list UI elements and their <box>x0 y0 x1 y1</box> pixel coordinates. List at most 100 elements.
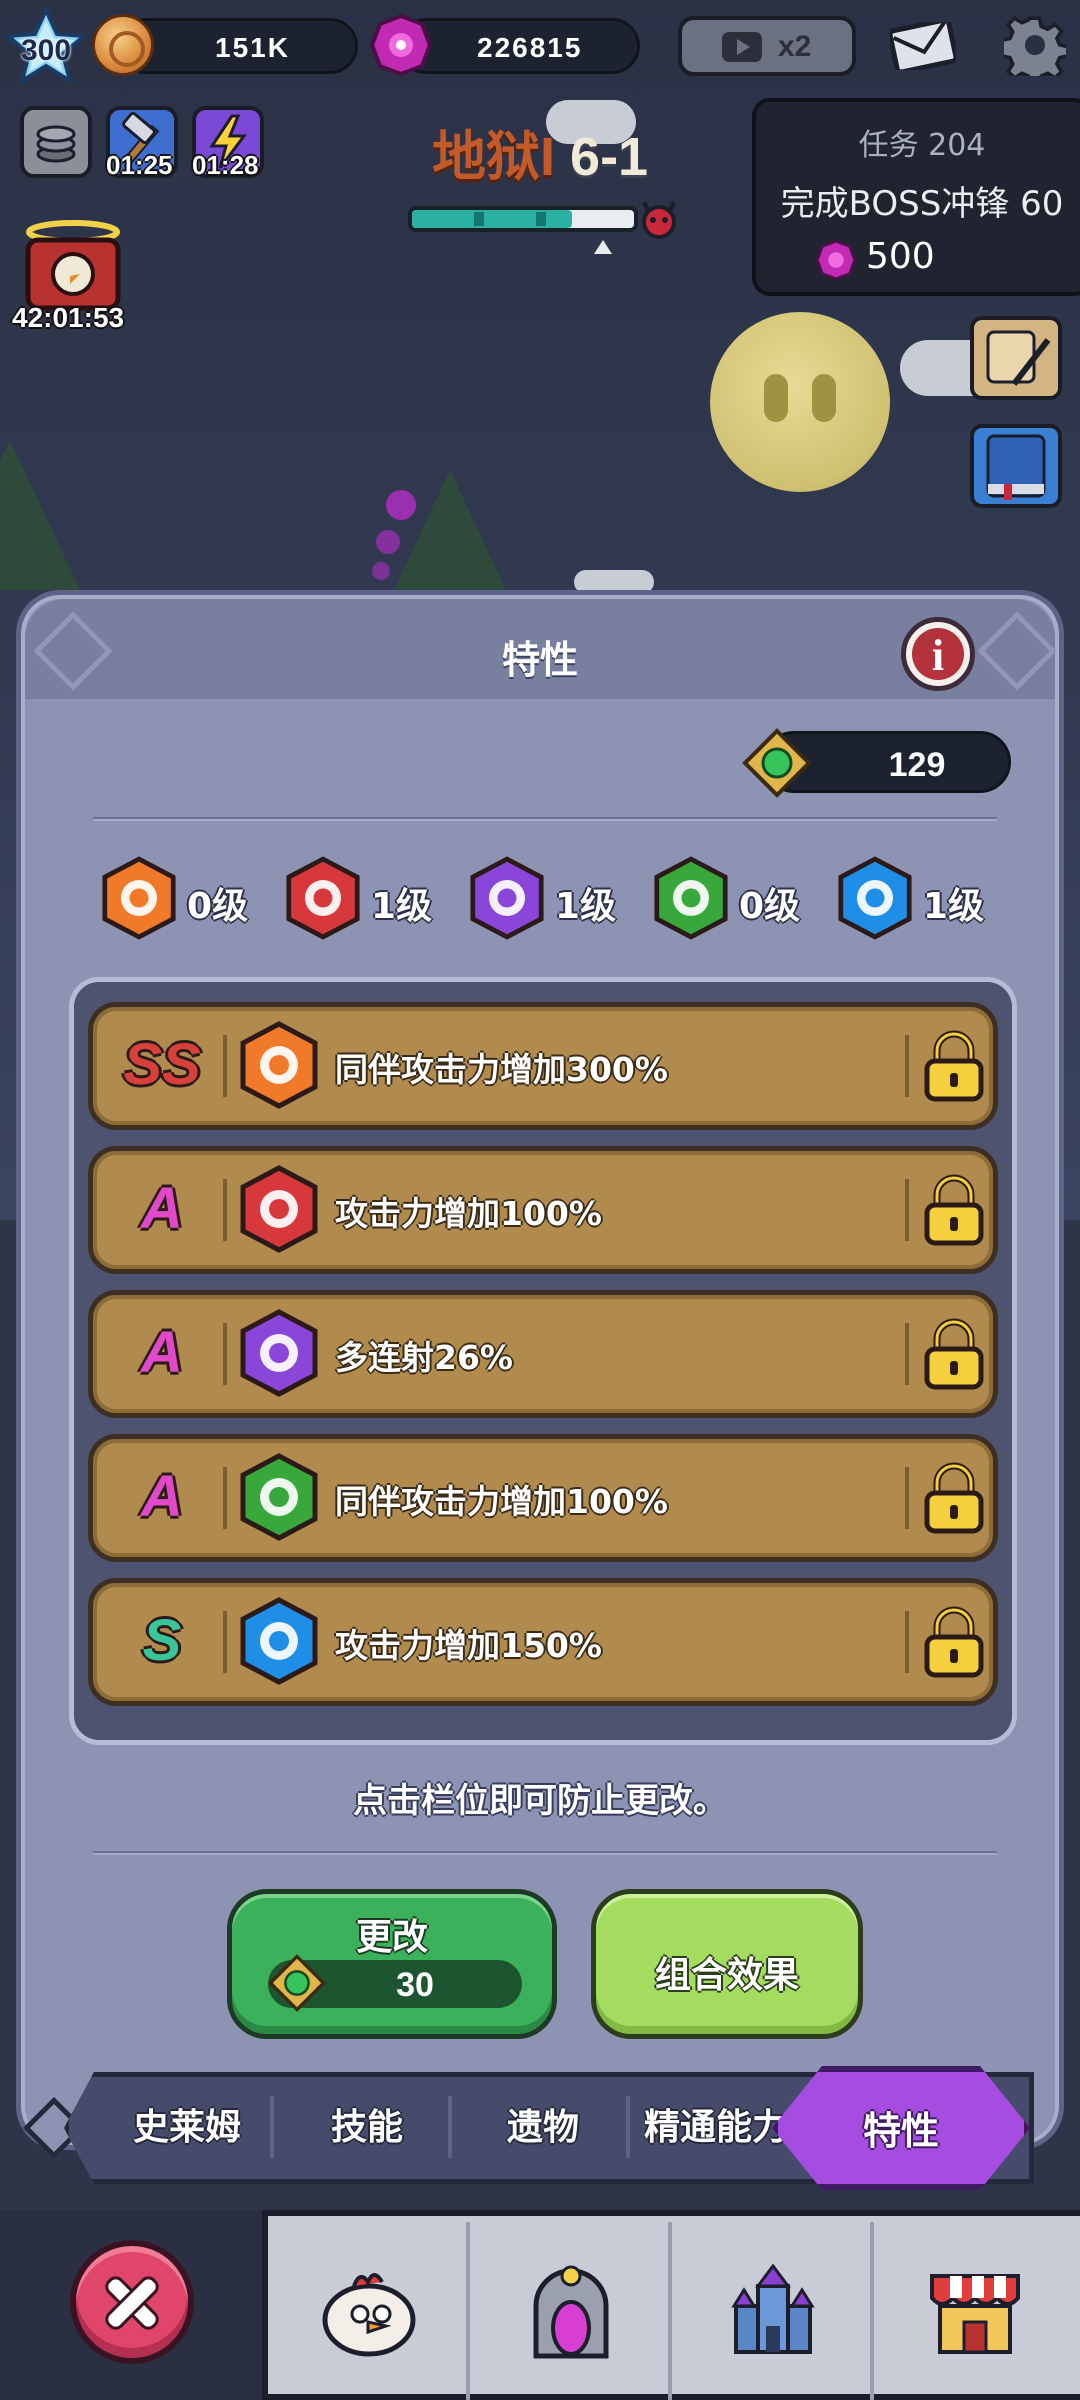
gem-emblem-icon <box>240 1597 318 1685</box>
gem-value: 226815 <box>477 32 583 63</box>
boss-demon-icon <box>641 200 677 239</box>
coin-stack-buff[interactable] <box>20 106 92 178</box>
skull-emblem-icon <box>470 856 544 940</box>
trait-grade-row: 0级 1级 1级 0级 1级 <box>101 855 1021 945</box>
lock-icon[interactable] <box>919 1317 989 1391</box>
castle-icon <box>731 2263 815 2354</box>
trait-grade-blue: 1级 <box>837 855 984 945</box>
stage-progress-fill <box>412 210 572 228</box>
crossed-bones-emblem-icon <box>240 1453 318 1541</box>
stage-world: 地狱I <box>432 127 556 187</box>
trait-slot-list: SS 同伴攻击力增加300% A 攻击力增加100% A 多连射26% A 同伴攻击力增加10… <box>69 977 1017 1745</box>
trait-token-value: 129 <box>888 746 946 784</box>
quest-reward: 500 <box>816 236 935 280</box>
divider <box>93 1851 997 1855</box>
trait-slot[interactable]: A 同伴攻击力增加100% <box>88 1434 998 1562</box>
coin-counter[interactable]: 151K <box>118 18 358 74</box>
book-icon <box>986 434 1046 500</box>
nav-companion[interactable] <box>268 2222 470 2400</box>
close-button[interactable] <box>70 2240 194 2364</box>
coin-stack-icon <box>36 125 76 163</box>
gem-icon <box>370 14 432 76</box>
tab-mastery[interactable]: 精通能力 <box>644 2098 794 2150</box>
trait-slot[interactable]: A 多连射26% <box>88 1290 998 1418</box>
lock-icon[interactable] <box>919 1029 989 1103</box>
tab-traits-active[interactable]: 特性 <box>772 2066 1030 2190</box>
skull-emblem-icon <box>240 1309 318 1397</box>
traits-panel: 特性 i 129 0级 1级 1级 0级 1级 SS 同伴攻击力增加300% A 攻击力增加1… <box>16 590 1064 2150</box>
trait-description: 同伴攻击力增加300% <box>335 1050 668 1089</box>
trait-slot[interactable]: S 攻击力增加150% <box>88 1578 998 1706</box>
coin-value: 151K <box>215 32 290 63</box>
trait-grade-orange: 0级 <box>101 855 248 945</box>
tree <box>0 440 80 590</box>
quest-description: 完成BOSS冲锋 60 <box>780 184 1064 224</box>
trait-grade-purple: 1级 <box>469 855 616 945</box>
progress-marker <box>594 240 612 254</box>
trait-description: 多连射26% <box>335 1338 513 1377</box>
grade-level: 1级 <box>371 886 433 927</box>
grade-level: 1级 <box>923 886 985 927</box>
trait-description: 攻击力增加100% <box>335 1194 602 1233</box>
player-level-badge[interactable]: 300 <box>6 8 86 84</box>
ad-multiplier: x2 <box>778 30 812 63</box>
change-traits-button[interactable]: 更改 30 <box>227 1889 557 2039</box>
scroll-quill-button[interactable] <box>970 316 1062 400</box>
lock-icon[interactable] <box>919 1173 989 1247</box>
gem-counter[interactable]: 226815 <box>398 18 640 74</box>
nav-bar <box>262 2210 1080 2400</box>
change-cost-value: 30 <box>396 1966 434 2004</box>
nav-castle[interactable] <box>672 2222 874 2400</box>
lock-icon[interactable] <box>919 1461 989 1535</box>
quest-title: 任务 204 <box>858 128 986 163</box>
nav-portal[interactable] <box>470 2222 672 2400</box>
info-button[interactable]: i <box>901 617 975 691</box>
crossed-bones-emblem-icon <box>654 856 728 940</box>
moon-face <box>710 312 890 492</box>
gem-icon <box>816 240 856 280</box>
tab-slime[interactable]: 史莱姆 <box>102 2098 272 2150</box>
info-icon: i <box>931 631 945 680</box>
flame-emblem-icon <box>102 856 176 940</box>
flame-emblem-icon <box>240 1021 318 1109</box>
trait-description: 攻击力增加150% <box>335 1626 602 1665</box>
trait-rank: A <box>141 1464 183 1529</box>
change-cost: 30 <box>268 1954 522 2012</box>
divider <box>93 817 997 821</box>
trait-rank: S <box>142 1608 182 1673</box>
tab-traits-label: 特性 <box>862 2109 939 2153</box>
trait-token-icon <box>742 728 812 798</box>
coin-icon <box>92 14 154 76</box>
portal-icon <box>533 2265 609 2359</box>
tab-skills[interactable]: 技能 <box>282 2098 452 2150</box>
combo-effect-button[interactable]: 组合效果 <box>591 1889 863 2039</box>
nav-shop[interactable] <box>874 2222 1076 2400</box>
gem-emblem-icon <box>838 856 912 940</box>
trait-rank: SS <box>123 1032 201 1097</box>
lock-icon[interactable] <box>919 1605 989 1679</box>
quest-panel[interactable]: 任务 204 完成BOSS冲锋 60 500 <box>752 98 1080 296</box>
fist-emblem-icon <box>240 1165 318 1253</box>
grade-level: 1级 <box>555 886 617 927</box>
ad-boost-button[interactable]: x2 <box>678 16 856 76</box>
shop-icon <box>930 2274 1020 2354</box>
trait-slot[interactable]: A 攻击力增加100% <box>88 1146 998 1274</box>
stage-progress-bar <box>408 206 638 254</box>
play-video-icon <box>722 32 762 62</box>
lock-hint: 点击栏位即可防止更改。 <box>353 1781 727 1821</box>
panel-header: 特性 i <box>25 599 1057 699</box>
stage-number: 6-1 <box>570 127 649 187</box>
trait-grade-red: 1级 <box>285 855 432 945</box>
codex-book-button[interactable] <box>970 424 1062 508</box>
settings-gear-icon[interactable] <box>1004 14 1066 76</box>
bottom-navigation <box>0 2210 1080 2400</box>
change-label: 更改 <box>355 1917 428 1958</box>
trait-rank: A <box>141 1320 183 1385</box>
trait-slot[interactable]: SS 同伴攻击力增加300% <box>88 1002 998 1130</box>
attack-buff-timer: 01:25 <box>106 150 173 180</box>
player-level: 300 <box>20 34 72 67</box>
chest-timer: 42:01:53 <box>12 302 125 333</box>
mail-icon[interactable] <box>890 22 956 70</box>
grade-level: 0级 <box>739 886 801 927</box>
tab-relics[interactable]: 遗物 <box>458 2098 628 2150</box>
